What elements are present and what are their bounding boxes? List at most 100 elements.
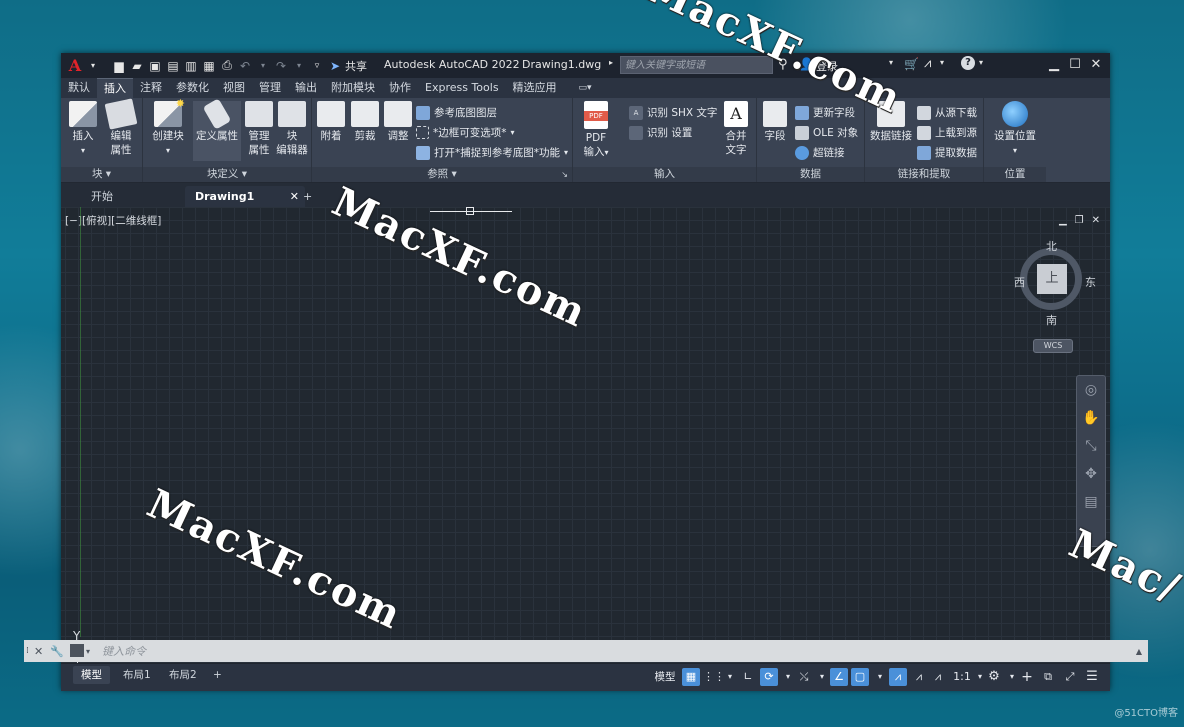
save-icon[interactable]: ▣	[147, 58, 163, 74]
compass-north[interactable]: 北	[1046, 238, 1057, 254]
tab-default[interactable]: 默认	[61, 78, 97, 98]
fullscreen-icon[interactable]: ⤢	[1061, 668, 1079, 686]
redo-icon[interactable]: ↷	[273, 58, 289, 74]
command-history-toggle-icon[interactable]: ▲	[1136, 647, 1142, 656]
tab-manage[interactable]: 管理	[252, 78, 288, 98]
recent-commands-icon[interactable]	[70, 644, 84, 657]
panel-title-import[interactable]: 输入	[573, 167, 756, 182]
layout-tab-model[interactable]: 模型	[73, 666, 110, 684]
viewcube-top-face[interactable]: 上	[1037, 264, 1067, 294]
tab-collaborate[interactable]: 协作	[382, 78, 418, 98]
viewcube[interactable]: 上 北 南 东 西	[1014, 240, 1096, 327]
annotation-scale-icon[interactable]: ⩘	[929, 668, 947, 686]
save-web-icon[interactable]: ▦	[201, 58, 217, 74]
annotation-visibility-icon[interactable]: ⩘	[889, 668, 907, 686]
recognize-shx-button[interactable]: A 识别 SHX 文字	[629, 103, 717, 122]
manage-attributes-button[interactable]: 管理 属性	[244, 101, 274, 157]
tab-start[interactable]: 开始	[81, 186, 195, 207]
define-attribute-button[interactable]: 定义属性	[193, 98, 241, 161]
hyperlink-button[interactable]: 超链接	[795, 143, 845, 162]
compass-west[interactable]: 西	[1014, 274, 1025, 290]
viewport-close-icon[interactable]: ✕	[1092, 215, 1100, 226]
compass-east[interactable]: 东	[1085, 274, 1096, 290]
chevron-down-icon[interactable]: ▾	[940, 58, 944, 67]
customize-wrench-icon[interactable]: 🔧	[50, 645, 64, 658]
command-input[interactable]: 键入命令	[102, 643, 146, 659]
chevron-down-icon[interactable]: ▾	[721, 668, 739, 686]
drawing-canvas[interactable]: [−][俯视][二维线框] ▁ ❐ ✕ Y X 上 北 南 东 西 WCS ◎ …	[61, 207, 1110, 690]
field-button[interactable]: 字段	[760, 101, 790, 143]
isometric-drafting-icon[interactable]: ⤯	[795, 668, 813, 686]
undo-icon[interactable]: ↶	[237, 58, 253, 74]
frames-vary-dropdown[interactable]: *边框可变选项* ▾	[416, 123, 515, 142]
extract-data-button[interactable]: 提取数据	[917, 143, 977, 162]
chevron-down-icon[interactable]: ▾	[871, 668, 889, 686]
chevron-down-icon[interactable]: ▾	[85, 58, 101, 74]
maximize-icon[interactable]: ☐	[1066, 57, 1084, 72]
tab-view[interactable]: 视图	[216, 78, 252, 98]
customize-qat-icon[interactable]: ▿	[309, 58, 325, 74]
panel-title-location[interactable]: 位置	[984, 167, 1046, 182]
underlay-layers-button[interactable]: 参考底图图层	[416, 103, 497, 122]
tab-express-tools[interactable]: Express Tools	[418, 78, 506, 98]
panel-title-block[interactable]: 块 ▾	[61, 167, 142, 182]
object-snap-tracking-icon[interactable]: ∠	[830, 668, 848, 686]
add-layout-button[interactable]: +	[205, 666, 230, 684]
panel-title-reference[interactable]: 参照 ▾ ↘	[312, 167, 572, 182]
chevron-down-icon[interactable]: ▾	[979, 58, 983, 67]
combine-text-button[interactable]: A 合并 文字	[719, 101, 753, 157]
zoom-extents-icon[interactable]: ⤡	[1082, 438, 1100, 456]
upload-to-source-button[interactable]: 上载到源	[917, 123, 977, 142]
tab-insert[interactable]: 插入	[97, 77, 133, 99]
chevron-down-icon[interactable]: ▾	[291, 58, 307, 74]
ortho-mode-icon[interactable]: ∟	[739, 668, 757, 686]
orbit-icon[interactable]: ✥	[1082, 466, 1100, 484]
tab-parametric[interactable]: 参数化	[169, 78, 216, 98]
ribbon-minimize-toggle-icon[interactable]: ▭▾	[572, 78, 599, 98]
edit-attribute-button[interactable]: 编辑 属性	[103, 98, 139, 157]
panel-title-linking[interactable]: 链接和提取	[865, 167, 983, 182]
layout-tab-layout1[interactable]: 布局1	[115, 666, 159, 684]
model-space-button[interactable]: 模型	[651, 668, 679, 686]
viewport-minimize-icon[interactable]: ▁	[1059, 215, 1067, 226]
layout-tab-layout2[interactable]: 布局2	[161, 666, 205, 684]
create-block-button[interactable]: ✸ 创建块 ▾	[149, 97, 187, 158]
adjust-button[interactable]: 调整	[383, 101, 413, 143]
chevron-down-icon[interactable]: ▾	[889, 58, 893, 67]
help-icon[interactable]: ?	[961, 56, 975, 70]
pan-hand-icon[interactable]: ✋	[1082, 410, 1100, 428]
viewport-restore-icon[interactable]: ❐	[1075, 215, 1084, 226]
ole-object-button[interactable]: OLE 对象	[795, 123, 858, 142]
share-icon[interactable]: ➤	[327, 58, 343, 74]
open-web-icon[interactable]: ▥	[183, 58, 199, 74]
panel-title-block-definition[interactable]: 块定义 ▾	[143, 167, 311, 182]
snap-to-underlays-dropdown[interactable]: 打开*捕捉到参考底图*功能 ▾	[416, 143, 568, 162]
steering-wheel-icon[interactable]: ◎	[1082, 382, 1100, 400]
minimize-icon[interactable]: ▁	[1045, 57, 1063, 72]
chevron-down-icon[interactable]: ▾	[255, 58, 271, 74]
new-tab-button[interactable]: +	[297, 186, 317, 207]
set-location-button[interactable]: 设置位置 ▾	[988, 101, 1042, 158]
polar-tracking-icon[interactable]: ⟳	[760, 668, 778, 686]
workspace-gear-icon[interactable]: ⚙	[985, 668, 1003, 686]
tab-drawing1[interactable]: Drawing1 ✕	[185, 186, 305, 207]
autocad-logo-icon[interactable]: A	[67, 56, 83, 75]
download-from-source-button[interactable]: 从源下载	[917, 103, 977, 122]
annotation-scale-value[interactable]: 1:1	[951, 668, 973, 686]
showmotion-icon[interactable]: ▤	[1082, 494, 1100, 512]
object-snap-icon[interactable]: ▢	[851, 668, 869, 686]
clip-button[interactable]: 剪裁	[350, 101, 380, 143]
new-file-icon[interactable]: ▆	[111, 58, 127, 74]
pdf-import-button[interactable]: PDF PDF 输入▾	[579, 101, 613, 160]
recognize-settings-button[interactable]: 识别 设置	[629, 123, 692, 142]
close-icon[interactable]: ✕	[1087, 57, 1105, 72]
open-folder-icon[interactable]: ▰	[129, 58, 145, 74]
tab-annotate[interactable]: 注释	[133, 78, 169, 98]
annotation-monitor-icon[interactable]: +	[1018, 668, 1036, 686]
auto-scale-icon[interactable]: ⩘	[910, 668, 928, 686]
panel-title-data[interactable]: 数据	[757, 167, 864, 182]
attach-button[interactable]: 附着	[316, 101, 346, 143]
tab-output[interactable]: 输出	[288, 78, 324, 98]
tab-featured-apps[interactable]: 精选应用	[506, 78, 564, 98]
wcs-menu-button[interactable]: WCS	[1033, 339, 1073, 353]
